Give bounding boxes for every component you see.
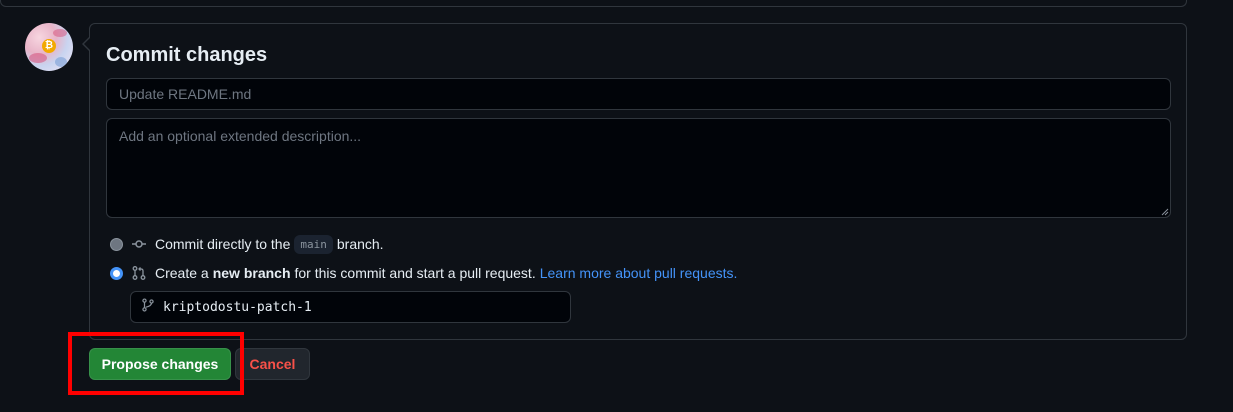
branch-name-input[interactable] <box>163 299 563 315</box>
propose-changes-button[interactable]: Propose changes <box>89 348 231 380</box>
commit-directly-label: Commit directly to the <box>155 236 291 252</box>
bitcoin-icon: ₿ <box>42 39 56 53</box>
avatar-decoration <box>29 53 47 63</box>
new-branch-name-field[interactable] <box>130 291 571 323</box>
branch-name-chip: main <box>294 234 333 254</box>
panel-title: Commit changes <box>106 44 268 66</box>
git-pull-request-icon <box>131 265 147 281</box>
avatar-decoration <box>55 57 67 67</box>
git-commit-icon <box>131 236 147 252</box>
new-branch-label-bold: new branch <box>212 265 291 281</box>
cancel-button[interactable]: Cancel <box>235 348 310 380</box>
new-branch-radio[interactable] <box>110 266 123 280</box>
new-branch-option[interactable]: Create a new branch for this commit and … <box>110 263 737 283</box>
new-branch-label-prefix: Create a <box>155 265 209 281</box>
user-avatar[interactable]: ₿ <box>25 23 73 71</box>
avatar-decoration <box>53 29 67 37</box>
panel-pointer-inner <box>84 37 91 51</box>
git-branch-icon <box>141 297 155 317</box>
commit-directly-option[interactable]: Commit directly to the main branch. <box>110 234 384 254</box>
learn-more-link[interactable]: Learn more about pull requests. <box>540 265 738 281</box>
new-branch-label-suffix: for this commit and start a pull request… <box>294 265 536 281</box>
commit-description-textarea[interactable] <box>106 118 1171 218</box>
commit-directly-suffix: branch. <box>336 236 384 252</box>
commit-summary-input[interactable] <box>106 78 1171 110</box>
commit-changes-panel: Commit changes Commit directly to the ma… <box>82 23 1187 340</box>
resize-handle-icon[interactable] <box>1161 208 1169 216</box>
commit-directly-radio[interactable] <box>110 237 123 251</box>
previous-panel-bottom <box>0 0 1187 7</box>
